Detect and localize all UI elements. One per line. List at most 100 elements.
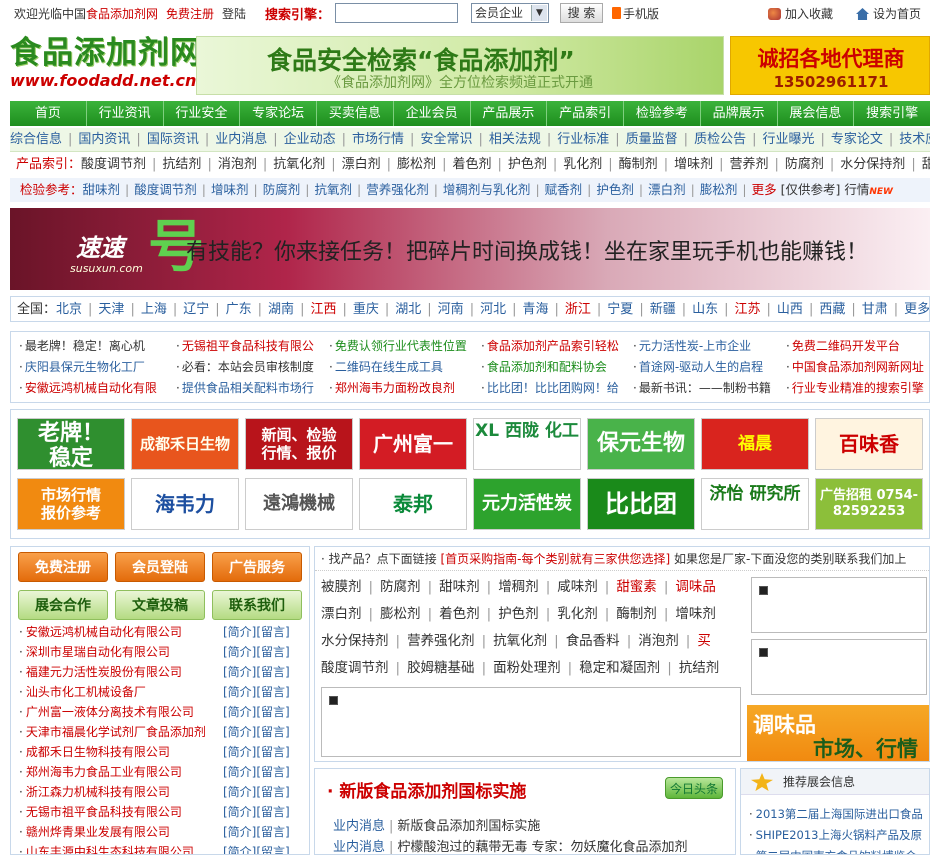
inspection-item[interactable]: 漂白剂 [648, 182, 686, 197]
nav-item[interactable]: 搜索引擎 [854, 101, 930, 126]
inspection-item[interactable]: 增味剂 [211, 182, 249, 197]
left-button-5[interactable]: 联系我们 [212, 590, 302, 620]
nav-item[interactable]: 行业资讯 [87, 101, 164, 126]
agent-banner[interactable]: 诚招各地代理商 13502961171 [730, 36, 930, 95]
city-link[interactable]: 河北 [480, 302, 506, 317]
subnav-item[interactable]: 国内资讯 [78, 132, 130, 147]
text-ad-link[interactable]: 免费认领行业代表性位置 [329, 338, 479, 354]
baoyuan-bio-logo[interactable]: 保元生物 [587, 418, 695, 470]
nav-item[interactable]: 买卖信息 [317, 101, 394, 126]
company-actions[interactable]: [简介][留言] [223, 742, 290, 762]
text-ad-link[interactable]: 最老牌！稳定！离心机 [19, 338, 169, 354]
company-link[interactable]: 无锡市祖平食品科技有限公司 [19, 805, 182, 819]
centrifuge-logo[interactable]: 老牌！稳定 离心机 [17, 418, 125, 470]
company-actions[interactable]: [简介][留言] [223, 782, 290, 802]
more-link[interactable]: 更多 [752, 182, 777, 197]
nav-item[interactable]: 品牌展示 [701, 101, 778, 126]
search-type-select[interactable]: 会员企业 ▼ [471, 3, 549, 23]
left-button-0[interactable]: 免费注册 [18, 552, 108, 582]
company-link[interactable]: 安徽远鸿机械自动化有限公司 [19, 625, 182, 639]
text-ad-link[interactable]: 食品添加剂和配料协会 [481, 359, 631, 375]
login-link[interactable]: 登陆 [222, 7, 246, 21]
company-link[interactable]: 福建元力活性炭股份有限公司 [19, 665, 182, 679]
category-link[interactable]: 面粉处理剂 [493, 660, 561, 676]
category-link[interactable]: 甜味剂 [439, 579, 480, 595]
product-index-item[interactable]: 漂白剂 [342, 157, 381, 172]
company-link[interactable]: 深圳市星瑞自动化有限公司 [19, 645, 170, 659]
xilong-chemical-logo[interactable]: XL 西陇 化工 [473, 418, 581, 470]
subnav-item[interactable]: 企业动态 [284, 132, 336, 147]
inspection-item[interactable]: 增稠剂与乳化剂 [443, 182, 531, 197]
subnav-item[interactable]: 安全常识 [420, 132, 472, 147]
company-link[interactable]: 赣州烨青果业发展有限公司 [19, 825, 170, 839]
category-link[interactable]: 漂白剂 [321, 606, 362, 622]
category-link[interactable]: 营养强化剂 [407, 633, 475, 649]
category-link[interactable]: 甜蜜素 [616, 579, 657, 595]
category-link[interactable]: 抗结剂 [679, 660, 720, 676]
product-index-item[interactable]: 酸度调节剂 [81, 157, 146, 172]
city-link[interactable]: 湖南 [268, 302, 294, 317]
yuanli-carbon-logo[interactable]: 元力活性炭 [473, 478, 581, 530]
city-link[interactable]: 山东 [692, 302, 718, 317]
subnav-item[interactable]: 综合信息 [10, 132, 62, 147]
nav-item[interactable]: 首页 [10, 101, 87, 126]
product-index-item[interactable]: 护色剂 [508, 157, 547, 172]
city-link[interactable]: 宁夏 [607, 302, 633, 317]
product-index-item[interactable]: 甜味剂 [922, 157, 930, 172]
baiweixiang-logo[interactable]: 百味香 [815, 418, 923, 470]
city-link[interactable]: 江西 [310, 302, 336, 317]
product-index-item[interactable]: 抗结剂 [162, 157, 201, 172]
product-index-item[interactable]: 酶制剂 [619, 157, 658, 172]
subnav-item[interactable]: 市场行情 [352, 132, 404, 147]
category-link[interactable]: 增稠剂 [498, 579, 539, 595]
news-link[interactable]: 柠檬酸泡过的藕带无毒 专家：勿妖魔化食品添加剂 [397, 840, 687, 854]
more-cities-link[interactable]: 更多 [904, 302, 929, 317]
category-link[interactable]: 消泡剂 [638, 633, 679, 649]
nav-item[interactable]: 产品索引 [547, 101, 624, 126]
left-button-4[interactable]: 文章投稿 [115, 590, 205, 620]
company-link[interactable]: 浙江森力机械科技有限公司 [19, 785, 170, 799]
city-link[interactable]: 江苏 [735, 302, 761, 317]
fuchen-logo[interactable]: 福晨 [701, 418, 809, 470]
news-link[interactable]: 新版食品添加剂国标实施 [397, 819, 540, 834]
ad-rental-logo[interactable]: 广告招租 0754-82592253 [815, 478, 923, 530]
nav-item[interactable]: 产品展示 [471, 101, 548, 126]
city-link[interactable]: 广东 [226, 302, 252, 317]
mobile-link[interactable]: 手机版 [612, 5, 659, 22]
left-button-1[interactable]: 会员登陆 [115, 552, 205, 582]
subnav-item[interactable]: 国际资讯 [147, 132, 199, 147]
city-link[interactable]: 重庆 [353, 302, 379, 317]
nav-item[interactable]: 专家论坛 [240, 101, 317, 126]
nav-item[interactable]: 行业安全 [164, 101, 241, 126]
inspection-item[interactable]: 护色剂 [596, 182, 634, 197]
company-link[interactable]: 汕头市化工机械设备厂 [19, 685, 146, 699]
inspection-item[interactable]: 赋香剂 [545, 182, 583, 197]
subnav-item[interactable]: 技术应用 [899, 132, 930, 147]
category-link[interactable]: 调味品 [675, 579, 716, 595]
company-actions[interactable]: [简介][留言] [223, 822, 290, 842]
text-ad-link[interactable]: 行业专业精准的搜索引擎 [786, 380, 926, 396]
category-link[interactable]: 膨松剂 [380, 606, 421, 622]
company-actions[interactable]: [简介][留言] [223, 682, 290, 702]
expo-link[interactable]: 第二届中国南方食品饮料博览会 [749, 848, 917, 854]
subnav-item[interactable]: 质检公告 [694, 132, 746, 147]
expo-link[interactable]: 2013第二届上海国际进出口食品 [749, 806, 923, 822]
product-index-item[interactable]: 着色剂 [452, 157, 491, 172]
category-link[interactable]: 酶制剂 [616, 606, 657, 622]
category-link[interactable]: 抗氧化剂 [493, 633, 547, 649]
search-button[interactable]: 搜 索 [560, 3, 603, 23]
text-ad-link[interactable]: 二维码在线生成工具 [329, 359, 479, 375]
top-banner[interactable]: 食品安全检索“食品添加剂” 《食品添加剂网》全方位检索频道正式开通 [196, 36, 724, 95]
category-link[interactable]: 水分保持剂 [321, 633, 389, 649]
subnav-item[interactable]: 专家论文 [831, 132, 883, 147]
product-index-item[interactable]: 水分保持剂 [840, 157, 905, 172]
category-link[interactable]: 乳化剂 [557, 606, 598, 622]
company-link[interactable]: 天津市福晨化学试剂厂食品添加剂 [19, 725, 206, 739]
city-link[interactable]: 河南 [438, 302, 464, 317]
city-link[interactable]: 北京 [56, 302, 82, 317]
inspection-item[interactable]: 膨松剂 [700, 182, 738, 197]
guangzhou-fuyi-logo[interactable]: 广州富一 [359, 418, 467, 470]
taibang-logo[interactable]: 泰邦 [359, 478, 467, 530]
subnav-item[interactable]: 行业曝光 [762, 132, 814, 147]
category-link[interactable]: 咸味剂 [557, 579, 598, 595]
